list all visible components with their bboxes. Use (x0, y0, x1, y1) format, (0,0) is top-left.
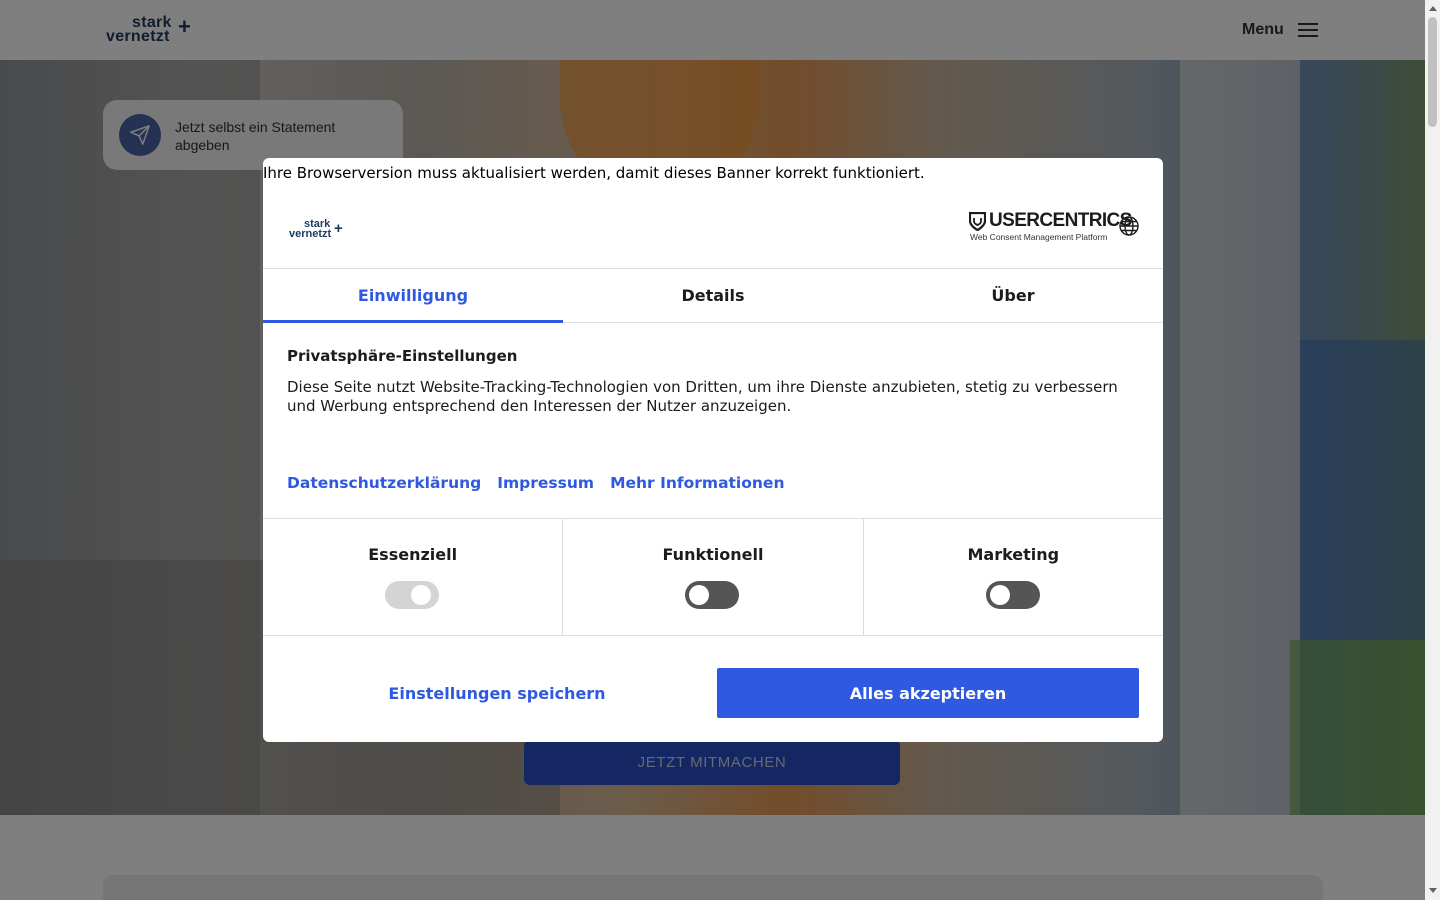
globe-icon[interactable] (1118, 215, 1140, 237)
more-information-link[interactable]: Mehr Informationen (610, 474, 784, 492)
marketing-toggle[interactable] (985, 581, 1040, 609)
category-label: Essenziell (368, 545, 458, 564)
browser-warning: Ihre Browserversion muss aktualisiert we… (263, 164, 925, 182)
dialog-logo-plus: + (334, 220, 343, 237)
toggle-knob (689, 585, 710, 605)
usercentrics-logo: USERCENTRICS Web Consent Management Plat… (969, 210, 1132, 244)
privacy-settings-description: Diese Seite nutzt Website-Tracking-Techn… (287, 378, 1118, 415)
category-marketing: Marketing (864, 519, 1163, 635)
category-label: Funktionell (662, 545, 764, 564)
consent-tabs: Einwilligung Details Über (263, 268, 1163, 323)
tab-details[interactable]: Details (563, 269, 863, 322)
tab-einwilligung[interactable]: Einwilligung (263, 269, 563, 323)
essential-toggle (385, 581, 439, 609)
tab-ueber[interactable]: Über (863, 269, 1163, 322)
toggle-knob (989, 585, 1010, 605)
toggle-knob (411, 585, 431, 605)
accept-all-button[interactable]: Alles akzeptieren (717, 668, 1139, 718)
privacy-settings-title: Privatsphäre-Einstellungen (287, 347, 518, 365)
scroll-up-arrow-icon[interactable] (1429, 6, 1437, 11)
privacy-policy-link[interactable]: Datenschutzerklärung (287, 474, 481, 492)
policy-links: Datenschutzerklärung Impressum Mehr Info… (287, 474, 784, 492)
consent-categories: Essenziell Funktionell Marketing (263, 518, 1163, 636)
imprint-link[interactable]: Impressum (497, 474, 594, 492)
category-essential: Essenziell (263, 519, 564, 635)
consent-dialog: Ihre Browserversion muss aktualisiert we… (263, 158, 1163, 742)
dialog-logo-line2: vernetzt (289, 228, 332, 240)
shield-icon (969, 211, 986, 231)
provider-name: USERCENTRICS (989, 210, 1132, 231)
category-functional: Funktionell (563, 519, 864, 635)
category-label: Marketing (967, 545, 1060, 564)
page-scrollbar[interactable] (1425, 0, 1440, 900)
dialog-site-logo: stark vernetzt + (289, 218, 349, 240)
scroll-down-arrow-icon[interactable] (1429, 888, 1437, 893)
scroll-thumb[interactable] (1428, 17, 1437, 127)
save-settings-button[interactable]: Einstellungen speichern (287, 668, 707, 718)
provider-tagline: Web Consent Management Platform (970, 232, 1108, 242)
functional-toggle[interactable] (685, 581, 740, 609)
